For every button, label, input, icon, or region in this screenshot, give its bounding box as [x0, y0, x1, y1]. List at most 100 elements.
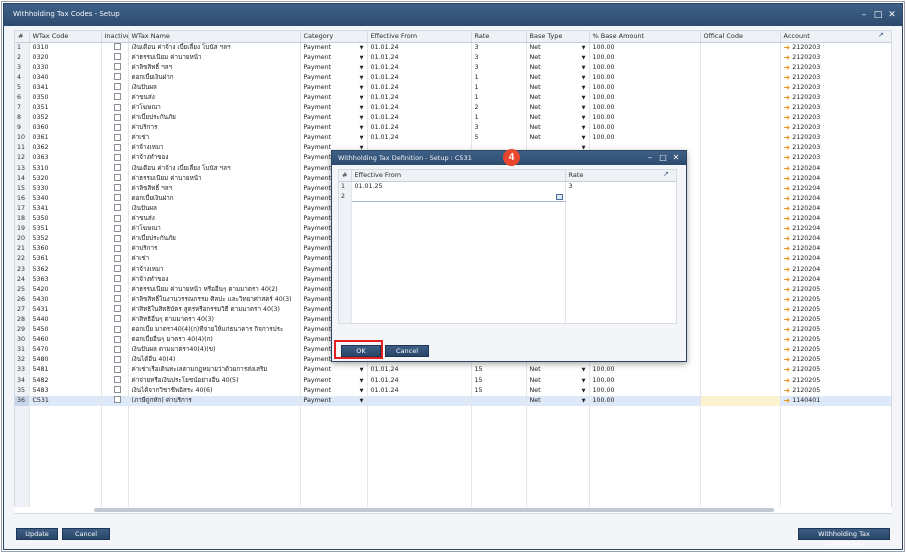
- row-number-cell[interactable]: 33: [15, 365, 30, 376]
- inactive-cell[interactable]: [101, 62, 129, 73]
- table-row[interactable]: 34 5482 ค่าจ่ายหรือเงินประโยชน์อย่างอื่น 4…: [15, 375, 891, 386]
- column-header[interactable]: Base Type: [526, 31, 590, 43]
- row-number-cell[interactable]: 28: [15, 314, 30, 326]
- inactive-cell[interactable]: [101, 304, 129, 315]
- base-amount-cell[interactable]: 100.00: [589, 385, 701, 396]
- row-number-cell[interactable]: 9: [15, 123, 30, 134]
- wtax-code-cell[interactable]: 5482: [29, 375, 102, 386]
- inactive-checkbox[interactable]: [113, 194, 121, 202]
- link-arrow-icon[interactable]: ➜: [784, 164, 791, 173]
- wtax-name-cell[interactable]: ค่าเบี้ยประกันภัย: [128, 234, 301, 245]
- inactive-checkbox[interactable]: [113, 164, 121, 172]
- inactive-checkbox[interactable]: [113, 93, 121, 101]
- inactive-checkbox[interactable]: [113, 53, 121, 61]
- wtax-name-cell[interactable]: ค่าเช่าเรือเดินทะเลตามกฎหมายว่าด้วยการส่…: [128, 365, 301, 376]
- wtax-name-cell[interactable]: ค่าสิทธิในสิทธิบัตร สูตรหรือกรรมวิธี ตาม…: [128, 304, 301, 315]
- link-arrow-icon[interactable]: ➜: [784, 265, 791, 274]
- inactive-cell[interactable]: [101, 183, 129, 194]
- inactive-cell[interactable]: [101, 42, 129, 53]
- row-number-cell[interactable]: 12: [15, 153, 30, 164]
- dropdown-arrow-icon[interactable]: ▼: [582, 43, 586, 53]
- inactive-cell[interactable]: [101, 72, 129, 83]
- column-header[interactable]: WTax Code: [29, 31, 102, 43]
- account-cell[interactable]: ➜ 2120205: [780, 375, 891, 386]
- wtax-code-cell[interactable]: 5352: [29, 234, 102, 245]
- column-header[interactable]: Inactive: [101, 31, 129, 43]
- official-code-cell[interactable]: [700, 163, 781, 174]
- close-icon[interactable]: ✕: [886, 9, 898, 21]
- link-arrow-icon[interactable]: ➜: [784, 184, 791, 193]
- account-cell[interactable]: ➜ 2120203: [780, 82, 891, 93]
- dropdown-arrow-icon[interactable]: ▼: [582, 103, 586, 113]
- base-type-cell[interactable]: Net ▼: [526, 395, 590, 406]
- base-amount-cell[interactable]: 100.00: [589, 365, 701, 376]
- inactive-cell[interactable]: [101, 294, 129, 305]
- account-cell[interactable]: ➜ 2120204: [780, 183, 891, 194]
- official-code-cell[interactable]: [700, 203, 781, 214]
- wtax-code-cell[interactable]: 5361: [29, 254, 102, 265]
- dropdown-arrow-icon[interactable]: ▼: [360, 133, 364, 143]
- row-number-cell[interactable]: 32: [15, 355, 30, 366]
- base-amount-cell[interactable]: 100.00: [589, 52, 701, 63]
- wtax-name-cell[interactable]: เงินปันผล: [128, 203, 301, 214]
- inactive-cell[interactable]: [101, 355, 129, 366]
- account-cell[interactable]: ➜ 2120204: [780, 244, 891, 255]
- category-cell[interactable]: Payment ▼: [300, 102, 368, 114]
- row-number-cell[interactable]: 23: [15, 264, 30, 275]
- category-cell[interactable]: Payment ▼: [300, 62, 368, 73]
- wtax-name-cell[interactable]: ค่าธรรมเนียม ค่านายหน้า: [128, 173, 301, 184]
- wtax-name-cell[interactable]: เงินปันผล: [128, 82, 301, 93]
- row-number-cell[interactable]: 2: [15, 52, 30, 63]
- inactive-cell[interactable]: [101, 153, 129, 164]
- account-cell[interactable]: ➜ 2120203: [780, 92, 891, 103]
- official-code-cell[interactable]: [700, 153, 781, 164]
- link-arrow-icon[interactable]: ➜: [784, 174, 791, 183]
- dropdown-arrow-icon[interactable]: ▼: [360, 73, 364, 83]
- official-code-cell[interactable]: [700, 62, 781, 73]
- dropdown-arrow-icon[interactable]: ▼: [582, 113, 586, 123]
- official-code-cell[interactable]: [700, 335, 781, 346]
- link-arrow-icon[interactable]: ➜: [784, 124, 791, 132]
- account-cell[interactable]: ➜ 2120203: [780, 123, 891, 134]
- category-cell[interactable]: Payment ▼: [300, 52, 368, 63]
- table-row[interactable]: 4 0340 ดอกเบี้ยเงินฝาก Payment ▼ 01.01.24 1 Net…: [15, 72, 891, 83]
- wtax-code-cell[interactable]: 0320: [29, 52, 102, 63]
- wtax-code-cell[interactable]: 5470: [29, 345, 102, 356]
- calendar-icon[interactable]: [555, 194, 563, 201]
- official-code-cell[interactable]: [700, 113, 781, 124]
- effective-from-cell[interactable]: 01.01.24: [367, 133, 472, 144]
- wtax-code-cell[interactable]: 0360: [29, 123, 102, 134]
- account-cell[interactable]: ➜ 2120204: [780, 224, 891, 235]
- inactive-checkbox[interactable]: [113, 184, 121, 192]
- wtax-name-cell[interactable]: ค่าจ้างเหมา: [128, 143, 301, 154]
- wtax-name-cell[interactable]: ค่าจ่ายหรือเงินประโยชน์อย่างอื่น 40(5): [128, 375, 301, 386]
- official-code-cell[interactable]: [700, 314, 781, 326]
- wtax-code-cell[interactable]: 5330: [29, 183, 102, 194]
- dropdown-arrow-icon[interactable]: ▼: [582, 376, 586, 386]
- row-number-cell[interactable]: 19: [15, 224, 30, 235]
- base-amount-cell[interactable]: 100.00: [589, 62, 701, 73]
- base-amount-cell[interactable]: 100.00: [589, 123, 701, 134]
- official-code-cell[interactable]: [700, 143, 781, 154]
- account-cell[interactable]: ➜ 2120205: [780, 325, 891, 336]
- official-code-cell[interactable]: [700, 102, 781, 114]
- row-number-cell[interactable]: 27: [15, 304, 30, 315]
- effective-from-cell[interactable]: 01.01.24: [367, 52, 472, 63]
- dropdown-arrow-icon[interactable]: ▼: [360, 113, 364, 123]
- inactive-checkbox[interactable]: [113, 113, 121, 121]
- row-number-cell[interactable]: 36: [15, 395, 30, 406]
- dropdown-arrow-icon[interactable]: ▼: [360, 93, 364, 103]
- account-cell[interactable]: ➜ 2120203: [780, 42, 891, 53]
- dialog-rate-cell[interactable]: 3: [565, 181, 676, 192]
- column-header[interactable]: Effective From: [367, 31, 472, 43]
- base-type-cell[interactable]: Net ▼: [526, 42, 590, 53]
- inactive-checkbox[interactable]: [113, 335, 121, 343]
- table-row[interactable]: 6 0350 ค่าขนส่ง Payment ▼ 01.01.24 1 Net ▼ 100.00…: [15, 92, 891, 103]
- base-amount-cell[interactable]: 100.00: [589, 395, 701, 406]
- row-number-cell[interactable]: 17: [15, 203, 30, 214]
- inactive-checkbox[interactable]: [113, 153, 121, 161]
- wtax-name-cell[interactable]: เงินเดือน ค่าจ้าง เบี้ยเลี้ยง โบนัส ฯลฯ: [128, 163, 301, 174]
- wtax-name-cell[interactable]: ดอกเบี้ยอื่นๆ มาตรา 40(4)(ก): [128, 335, 301, 346]
- official-code-cell[interactable]: [700, 173, 781, 184]
- account-cell[interactable]: ➜ 2120205: [780, 385, 891, 396]
